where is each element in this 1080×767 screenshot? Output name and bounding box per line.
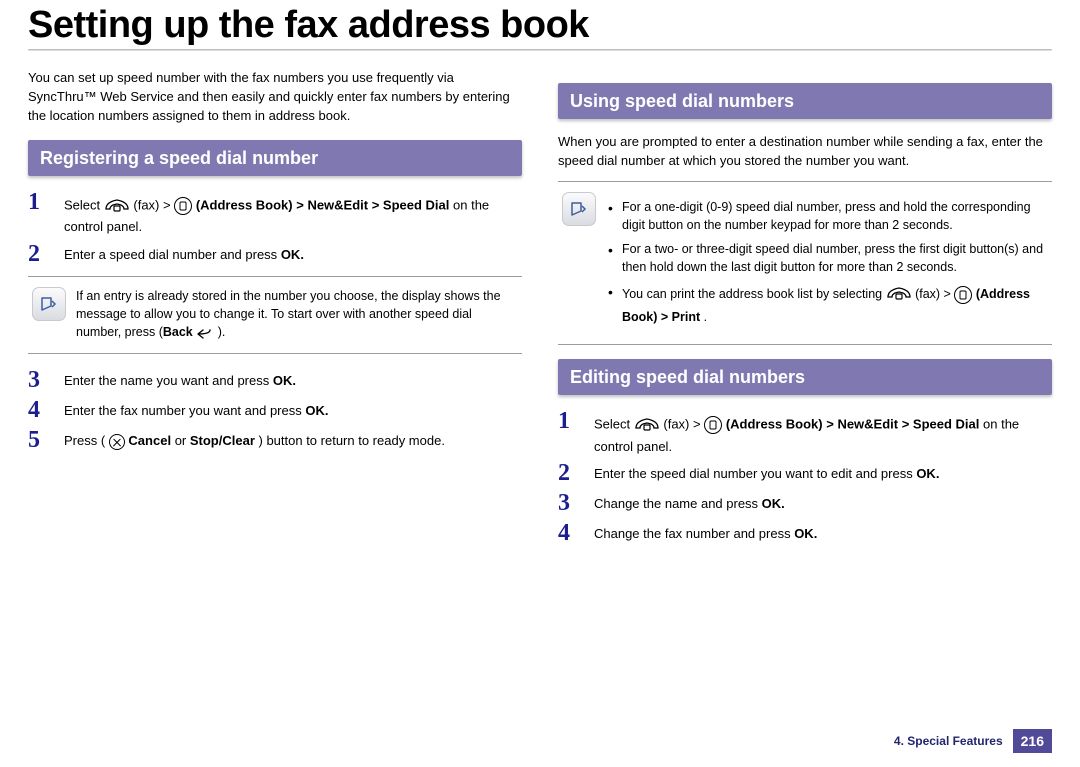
step-2: 2 Enter a speed dial number and press OK… (28, 242, 522, 266)
step-bold: OK. (281, 247, 304, 262)
step-text: Select (594, 417, 634, 432)
step-number: 5 (28, 428, 64, 452)
step-3: 3 Change the name and press OK. (558, 491, 1052, 515)
back-label: Back (163, 325, 196, 339)
page-footer: 4. Special Features 216 (894, 729, 1052, 753)
note-text: You can print the address book list by s… (622, 287, 886, 301)
step-text: or (175, 433, 190, 448)
step-number: 3 (558, 491, 594, 515)
step-number: 2 (28, 242, 64, 266)
step-number: 2 (558, 461, 594, 485)
cancel-icon (109, 434, 125, 450)
step-1: 1 Select (fax) > (Address Book) > New&Ed… (28, 190, 522, 236)
step-text: Change the fax number and press (594, 526, 794, 541)
step-bold: (Address Book) > (196, 198, 308, 213)
step-number: 4 (558, 521, 594, 545)
intro-text: You can set up speed number with the fax… (28, 69, 522, 126)
step-4: 4 Enter the fax number you want and pres… (28, 398, 522, 422)
note-trail: ). (218, 325, 226, 339)
page-title: Setting up the fax address book (28, 4, 1052, 47)
step-bold: OK. (794, 526, 817, 541)
page-number: 216 (1013, 729, 1052, 753)
note-bullet: For a two- or three-digit speed dial num… (606, 240, 1046, 276)
note-body-text: If an entry is already stored in the num… (76, 289, 501, 339)
step-text: Select (64, 198, 104, 213)
address-book-icon (174, 197, 192, 215)
step-4: 4 Change the fax number and press OK. (558, 521, 1052, 545)
step-bold: (Address Book) > (726, 417, 838, 432)
step-bold: OK. (916, 466, 939, 481)
note-text: . (704, 310, 707, 324)
step-text: (fax) > (133, 198, 174, 213)
step-3: 3 Enter the name you want and press OK. (28, 368, 522, 392)
chapter-label: 4. Special Features (894, 734, 1003, 748)
step-bold: New&Edit > Speed Dial (307, 198, 449, 213)
heading-register-speed-dial: Registering a speed dial number (28, 140, 522, 176)
note-text: For a one-digit (0-9) speed dial number,… (606, 192, 1046, 332)
step-text: Press ( (64, 433, 105, 448)
step-text: Change the name and press (594, 496, 762, 511)
using-para: When you are prompted to enter a destina… (558, 133, 1052, 171)
address-book-icon (704, 416, 722, 434)
step-bold: OK. (305, 403, 328, 418)
left-column: You can set up speed number with the fax… (28, 69, 522, 551)
note-icon (32, 287, 66, 321)
note-text: (fax) > (915, 287, 954, 301)
fax-icon (634, 413, 660, 438)
fax-icon (886, 282, 912, 307)
title-rule (28, 49, 1052, 51)
step-bold: OK. (273, 373, 296, 388)
note-icon (562, 192, 596, 226)
back-icon (196, 327, 214, 339)
step-bold: Stop/Clear (190, 433, 255, 448)
address-book-icon (954, 286, 972, 304)
step-text: Enter the name you want and press (64, 373, 273, 388)
note-bold: Print (672, 310, 700, 324)
step-number: 3 (28, 368, 64, 392)
heading-editing-speed-dial: Editing speed dial numbers (558, 359, 1052, 395)
step-bold: Cancel (128, 433, 171, 448)
step-bold: OK. (762, 496, 785, 511)
step-number: 4 (28, 398, 64, 422)
note-text: If an entry is already stored in the num… (76, 287, 516, 341)
step-text: Enter the fax number you want and press (64, 403, 305, 418)
step-text: ) button to return to ready mode. (259, 433, 445, 448)
note-bullet: You can print the address book list by s… (606, 282, 1046, 325)
step-number: 1 (28, 190, 64, 214)
fax-icon (104, 194, 130, 219)
note-box: For a one-digit (0-9) speed dial number,… (558, 181, 1052, 345)
step-number: 1 (558, 409, 594, 433)
step-text: Enter a speed dial number and press (64, 247, 281, 262)
right-column: Using speed dial numbers When you are pr… (558, 69, 1052, 551)
step-2: 2 Enter the speed dial number you want t… (558, 461, 1052, 485)
step-5: 5 Press ( Cancel or Stop/Clear ) button … (28, 428, 522, 452)
note-box: If an entry is already stored in the num… (28, 276, 522, 354)
step-text: (fax) > (663, 417, 704, 432)
heading-using-speed-dial: Using speed dial numbers (558, 83, 1052, 119)
step-bold: New&Edit > Speed Dial (837, 417, 979, 432)
note-bullet: For a one-digit (0-9) speed dial number,… (606, 198, 1046, 234)
step-1: 1 Select (fax) > (Address Book) > New&Ed… (558, 409, 1052, 455)
step-text: Enter the speed dial number you want to … (594, 466, 916, 481)
